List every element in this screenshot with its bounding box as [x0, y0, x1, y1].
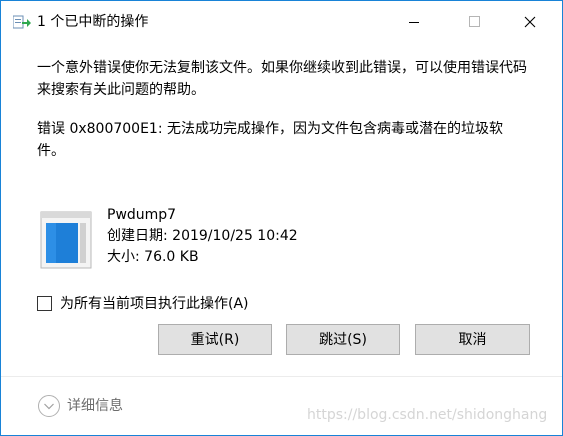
- file-info: Pwdump7 创建日期: 2019/10/25 10:42 大小: 76.0 …: [107, 205, 298, 268]
- footer-divider: [1, 376, 562, 377]
- file-document-icon: [40, 211, 92, 269]
- title-bar: 1 个已中断的操作: [1, 1, 562, 43]
- error-message: 一个意外错误使你无法复制该文件。如果你继续收到此错误，可以使用错误代码来搜索有关…: [37, 60, 527, 98]
- maximize-button[interactable]: [459, 9, 489, 35]
- minimize-button[interactable]: [399, 9, 429, 35]
- copy-arrow-icon: [13, 15, 31, 29]
- details-label[interactable]: 详细信息: [67, 396, 123, 416]
- chevron-down-circle-icon[interactable]: [37, 394, 61, 418]
- window-title: 1 个已中断的操作: [37, 14, 149, 30]
- apply-to-all-checkbox[interactable]: [37, 296, 52, 311]
- file-created-date: 创建日期: 2019/10/25 10:42: [107, 228, 298, 244]
- retry-button[interactable]: 重试(R): [158, 324, 272, 355]
- skip-button[interactable]: 跳过(S): [286, 324, 400, 355]
- dialog-window: 1 个已中断的操作 一个意外错误使你无法复制该文件。如果你继续收到此错误，可以使…: [0, 0, 563, 436]
- file-name: Pwdump7: [107, 207, 177, 223]
- error-code-message: 错误 0x800700E1: 无法成功完成操作，因为文件包含病毒或潜在的垃圾软件…: [37, 121, 504, 159]
- watermark-text: https://blog.csdn.net/shidonghang: [307, 407, 548, 423]
- apply-to-all-label[interactable]: 为所有当前项目执行此操作(A): [60, 294, 249, 314]
- close-button[interactable]: [515, 9, 545, 35]
- file-size: 大小: 76.0 KB: [107, 249, 199, 265]
- cancel-button[interactable]: 取消: [415, 324, 530, 355]
